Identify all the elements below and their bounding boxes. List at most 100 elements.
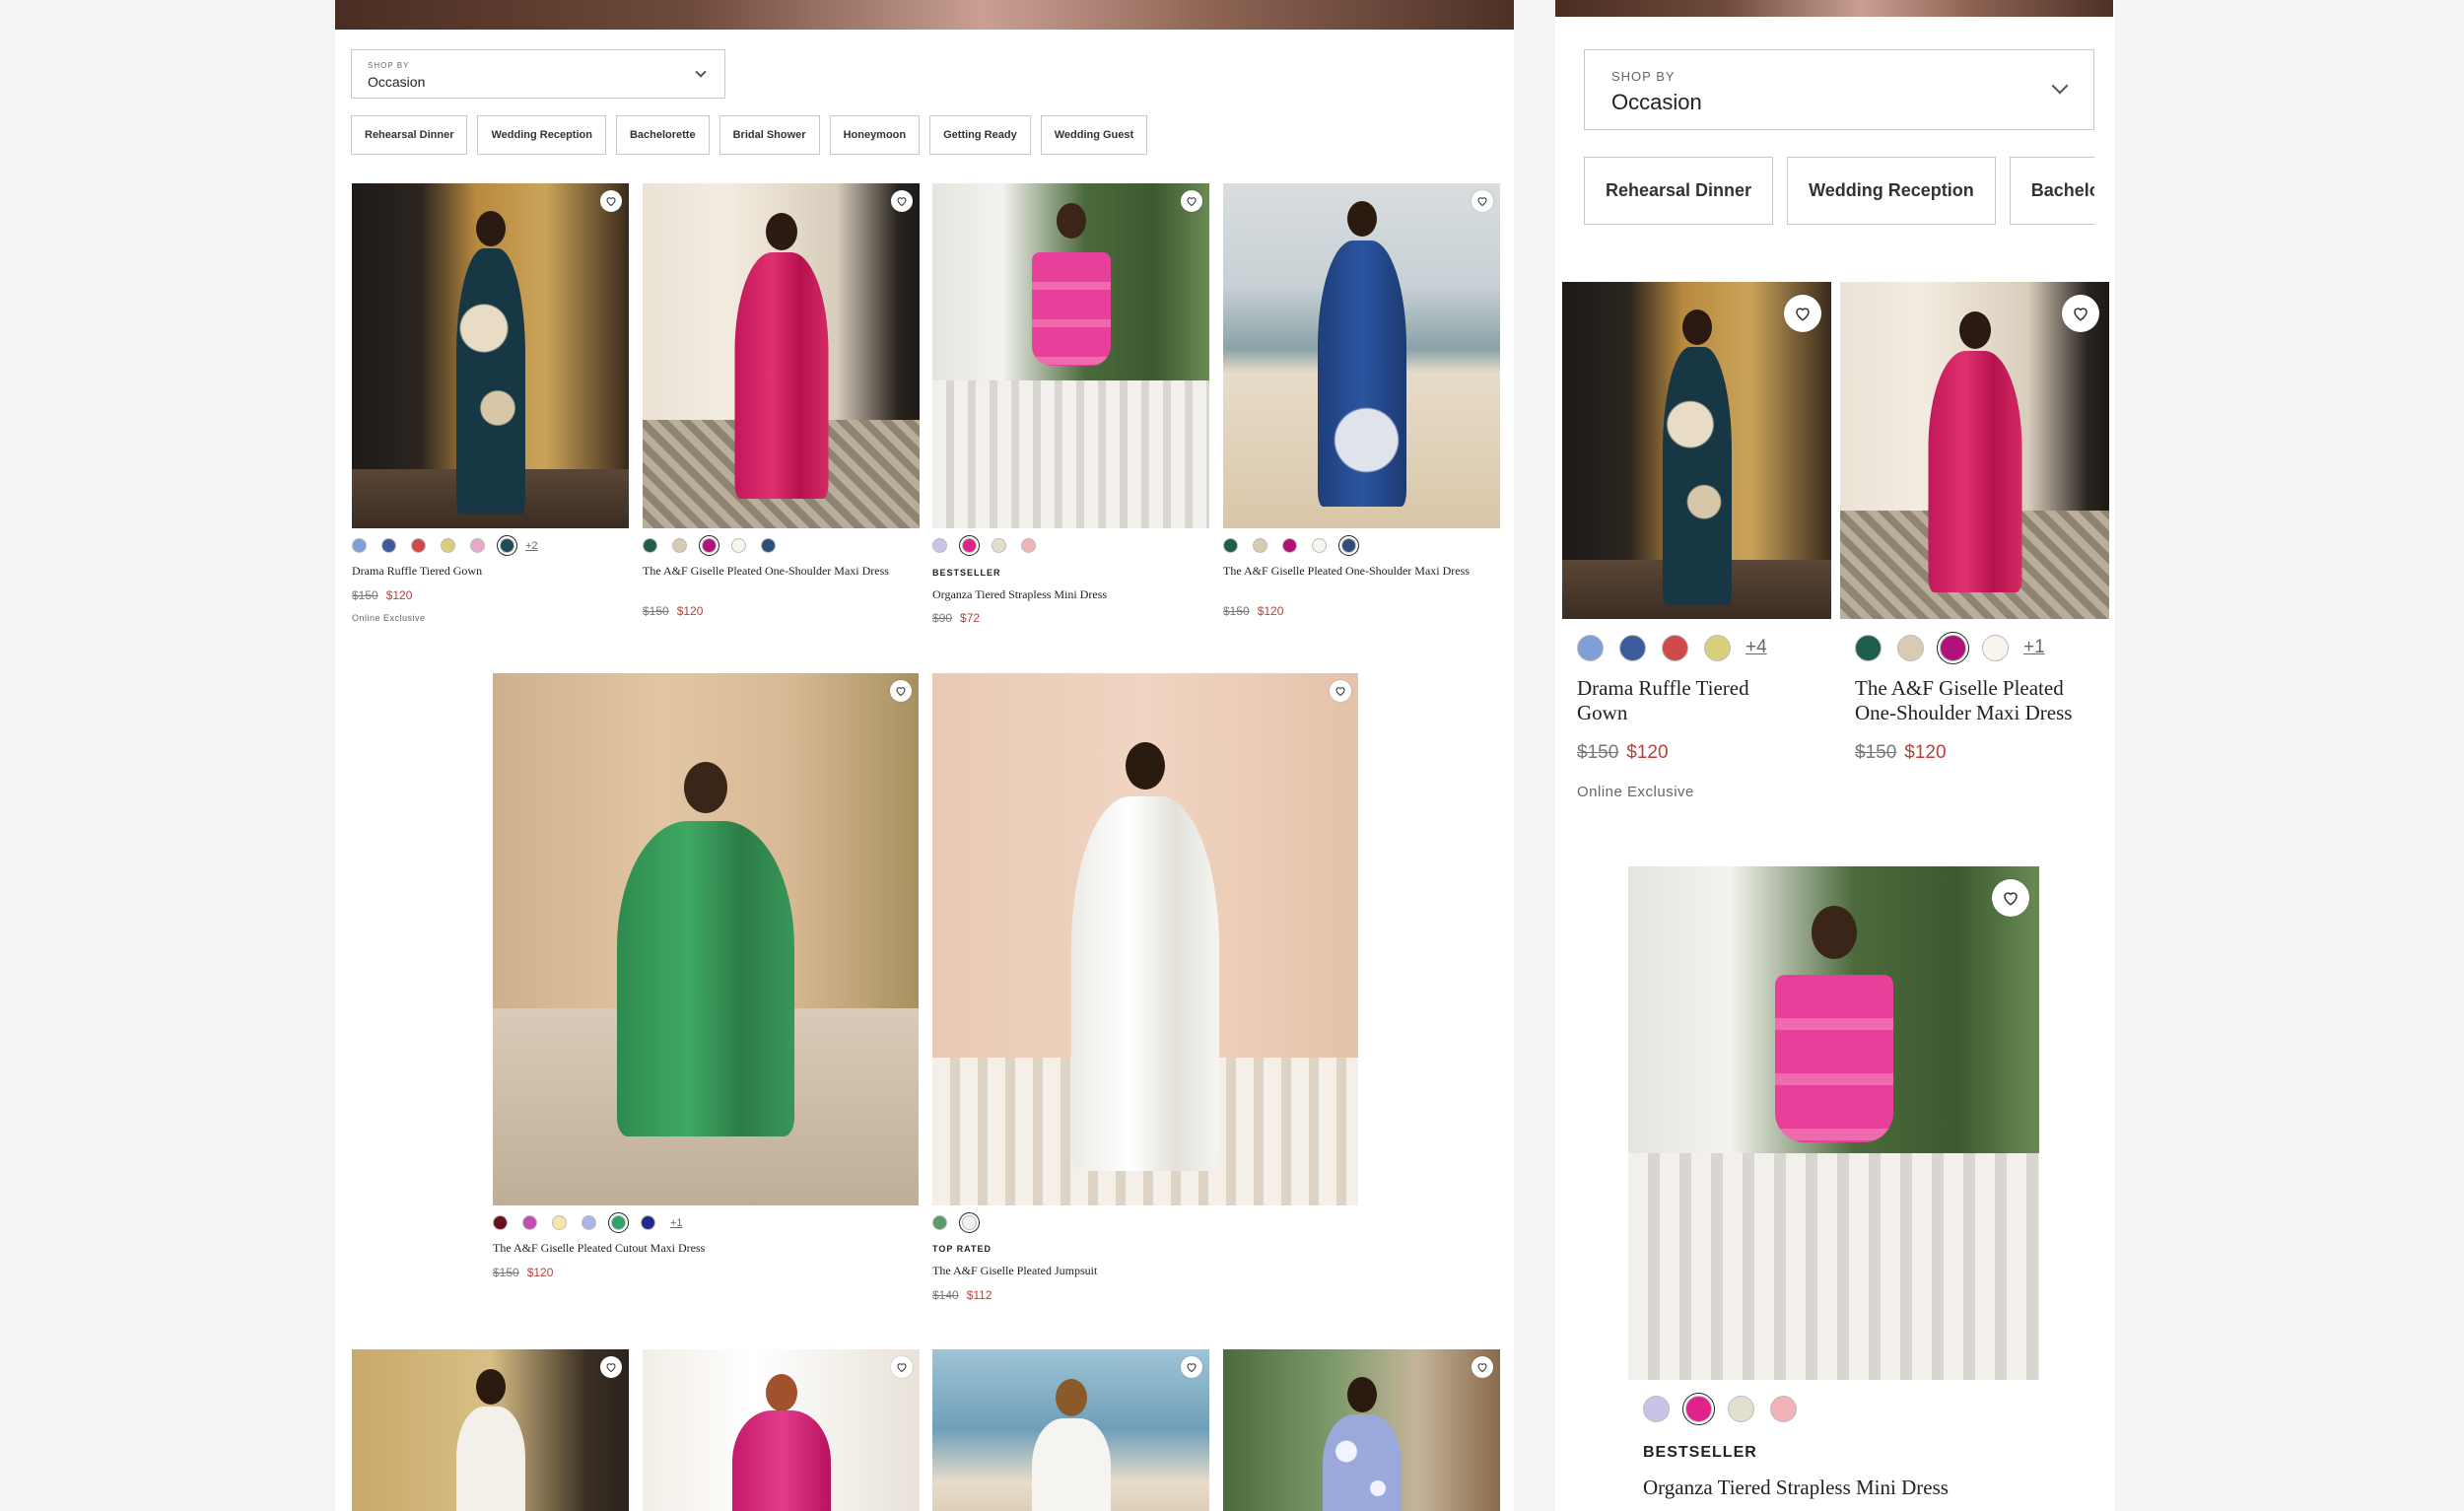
wishlist-button[interactable] <box>600 1356 622 1378</box>
chip-bachelorette[interactable]: Bachelorette <box>615 115 710 155</box>
product-name[interactable]: Drama Ruffle Tiered Gown <box>1577 676 1784 725</box>
product-image[interactable] <box>932 1349 1209 1511</box>
wishlist-button[interactable] <box>1472 1356 1493 1378</box>
chip-rehearsal-dinner[interactable]: Rehearsal Dinner <box>351 115 468 155</box>
color-swatch[interactable] <box>643 538 657 553</box>
color-swatch[interactable] <box>1704 635 1731 661</box>
chip-honeymoon[interactable]: Honeymoon <box>829 115 921 155</box>
wishlist-button[interactable] <box>1181 1356 1202 1378</box>
product-name[interactable]: The A&F Giselle Pleated One-Shoulder Max… <box>1855 676 2101 725</box>
more-colors-link[interactable]: +4 <box>1745 637 1767 658</box>
more-colors-link[interactable]: +1 <box>670 1217 683 1229</box>
product-name[interactable]: Organza Tiered Strapless Mini Dress <box>932 587 1209 601</box>
wishlist-button[interactable] <box>1330 680 1351 702</box>
wishlist-button[interactable] <box>891 190 913 212</box>
product-image[interactable] <box>352 183 629 528</box>
product-image[interactable] <box>1840 282 2109 619</box>
product-card[interactable]: +2 Drama Ruffle Tiered Gown $150 $120 On… <box>352 183 629 637</box>
color-swatch[interactable] <box>641 1215 655 1230</box>
product-image[interactable] <box>1223 1349 1500 1511</box>
product-card[interactable]: BESTSELLER Organza Tiered Strapless Mini… <box>1628 866 2039 1511</box>
product-card[interactable] <box>1223 1349 1500 1511</box>
color-swatch[interactable] <box>1223 538 1238 553</box>
color-swatch[interactable] <box>497 535 517 556</box>
wishlist-button[interactable] <box>600 190 622 212</box>
product-name[interactable]: The A&F Giselle Pleated Cutout Maxi Dres… <box>493 1241 919 1255</box>
wishlist-button[interactable] <box>891 1356 913 1378</box>
color-swatch[interactable] <box>959 535 980 556</box>
product-image[interactable] <box>1223 183 1500 528</box>
product-image[interactable] <box>1628 866 2039 1380</box>
product-name[interactable]: The A&F Giselle Pleated One-Shoulder Max… <box>1223 564 1500 578</box>
color-swatch[interactable] <box>1253 538 1267 553</box>
chip-wedding-reception[interactable]: Wedding Reception <box>1787 157 1996 225</box>
color-swatch[interactable] <box>992 538 1006 553</box>
product-name[interactable]: The A&F Giselle Pleated One-Shoulder Max… <box>643 564 920 578</box>
color-swatch[interactable] <box>699 535 719 556</box>
chip-bachelorette[interactable]: Bachelorette <box>2009 157 2094 225</box>
color-swatch[interactable] <box>493 1215 508 1230</box>
chip-bridal-shower[interactable]: Bridal Shower <box>719 115 820 155</box>
color-swatch[interactable] <box>470 538 485 553</box>
product-card[interactable] <box>932 1349 1209 1511</box>
wishlist-button[interactable] <box>1472 190 1493 212</box>
product-card[interactable]: +1 The A&F Giselle Pleated One-Shoulder … <box>1840 282 2109 775</box>
product-image[interactable] <box>932 673 1358 1205</box>
color-swatch[interactable] <box>761 538 776 553</box>
product-name[interactable]: The A&F Giselle Pleated Jumpsuit <box>932 1264 1358 1277</box>
color-swatch[interactable] <box>1619 635 1646 661</box>
wishlist-button[interactable] <box>1181 190 1202 212</box>
color-swatch[interactable] <box>1312 538 1327 553</box>
color-swatch[interactable] <box>1662 635 1688 661</box>
product-image[interactable] <box>643 183 920 528</box>
color-swatch[interactable] <box>959 1212 980 1233</box>
shop-by-dropdown[interactable]: SHOP BY Occasion <box>1584 49 2094 130</box>
color-swatch[interactable] <box>1682 1393 1715 1425</box>
color-swatch[interactable] <box>1937 632 1969 664</box>
color-swatch[interactable] <box>608 1212 629 1233</box>
product-card[interactable]: BESTSELLER Organza Tiered Strapless Mini… <box>932 183 1209 637</box>
more-colors-link[interactable]: +1 <box>2023 637 2045 658</box>
color-swatch[interactable] <box>411 538 426 553</box>
color-swatch[interactable] <box>1855 635 1882 661</box>
color-swatch[interactable] <box>441 538 455 553</box>
color-swatch[interactable] <box>1770 1396 1797 1422</box>
product-image[interactable] <box>643 1349 920 1511</box>
product-card[interactable] <box>643 1349 920 1511</box>
color-swatch[interactable] <box>1643 1396 1670 1422</box>
color-swatch[interactable] <box>1982 635 2009 661</box>
more-colors-link[interactable]: +2 <box>525 540 538 552</box>
product-card[interactable] <box>352 1349 629 1511</box>
wishlist-button[interactable] <box>2062 295 2099 332</box>
color-swatch[interactable] <box>672 538 687 553</box>
color-swatch[interactable] <box>1728 1396 1754 1422</box>
product-image[interactable] <box>352 1349 629 1511</box>
product-image[interactable] <box>1562 282 1831 619</box>
product-name[interactable]: Drama Ruffle Tiered Gown <box>352 564 629 578</box>
color-swatch[interactable] <box>1338 535 1359 556</box>
chip-rehearsal-dinner[interactable]: Rehearsal Dinner <box>1584 157 1774 225</box>
color-swatch[interactable] <box>731 538 746 553</box>
color-swatch[interactable] <box>522 1215 537 1230</box>
wishlist-button[interactable] <box>1784 295 1821 332</box>
color-swatch[interactable] <box>352 538 367 553</box>
chip-wedding-guest[interactable]: Wedding Guest <box>1040 115 1148 155</box>
color-swatch[interactable] <box>1282 538 1297 553</box>
product-name[interactable]: Organza Tiered Strapless Mini Dress <box>1643 1476 2037 1500</box>
shop-by-dropdown[interactable]: SHOP BY Occasion <box>351 49 725 99</box>
color-swatch[interactable] <box>1021 538 1036 553</box>
product-card[interactable]: +1 The A&F Giselle Pleated Cutout Maxi D… <box>493 673 919 1304</box>
product-card[interactable]: The A&F Giselle Pleated One-Shoulder Max… <box>643 183 920 637</box>
color-swatch[interactable] <box>1577 635 1604 661</box>
product-card[interactable]: +4 Drama Ruffle Tiered Gown $150 $120 On… <box>1562 282 1831 814</box>
product-image[interactable] <box>932 183 1209 528</box>
product-image[interactable] <box>493 673 919 1205</box>
chip-getting-ready[interactable]: Getting Ready <box>929 115 1031 155</box>
chip-wedding-reception[interactable]: Wedding Reception <box>477 115 606 155</box>
color-swatch[interactable] <box>552 1215 567 1230</box>
color-swatch[interactable] <box>932 538 947 553</box>
wishlist-button[interactable] <box>1992 879 2029 917</box>
color-swatch[interactable] <box>1897 635 1924 661</box>
color-swatch[interactable] <box>582 1215 596 1230</box>
product-card[interactable]: The A&F Giselle Pleated One-Shoulder Max… <box>1223 183 1500 637</box>
